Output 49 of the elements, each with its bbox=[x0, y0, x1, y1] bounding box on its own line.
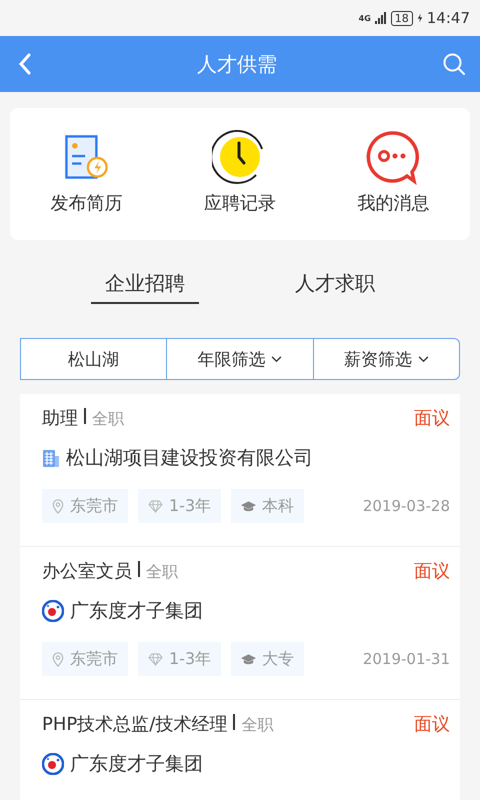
post-date: 2019-01-31 bbox=[362, 650, 450, 668]
tab[interactable]: 人才求职 bbox=[281, 250, 389, 304]
company-name: 广东度才子集团 bbox=[70, 599, 203, 624]
graduation-cap-icon bbox=[241, 653, 256, 665]
chat-bubble-icon bbox=[365, 129, 422, 185]
filter-button[interactable]: 松山湖 bbox=[20, 338, 168, 380]
page-title: 人才供需 bbox=[197, 50, 277, 78]
job-type: 全职 bbox=[92, 409, 124, 430]
job-tag: 大专 bbox=[231, 642, 304, 676]
diamond-icon bbox=[148, 652, 163, 666]
graduation-cap-icon bbox=[241, 500, 256, 512]
job-title: PHP技术总监/技术经理 bbox=[42, 713, 228, 736]
building-icon bbox=[42, 448, 60, 468]
divider-bar-icon bbox=[84, 408, 86, 424]
job-title: 办公室文员 bbox=[42, 560, 132, 583]
quick-action-button[interactable]: 应聘记录 bbox=[180, 129, 300, 215]
quick-action-button[interactable]: 我的消息 bbox=[333, 129, 454, 215]
round-logo-icon bbox=[42, 600, 64, 622]
back-icon bbox=[18, 53, 32, 75]
battery-level: 18 bbox=[390, 10, 413, 26]
filter-button[interactable]: 年限筛选 bbox=[167, 338, 314, 380]
round-logo-icon bbox=[42, 753, 64, 775]
post-date: 2019-03-28 bbox=[362, 497, 450, 515]
signal-icon bbox=[374, 12, 387, 24]
divider-bar-icon bbox=[138, 561, 140, 577]
job-tag: 东莞市 bbox=[42, 642, 128, 676]
charging-icon bbox=[416, 12, 423, 24]
job-type: 全职 bbox=[241, 715, 274, 736]
divider-bar-icon bbox=[233, 714, 236, 730]
job-tag: 本科 bbox=[231, 489, 304, 523]
filter-button[interactable]: 薪资筛选 bbox=[314, 338, 460, 380]
clock-time: 14:47 bbox=[426, 9, 470, 27]
job-type: 全职 bbox=[146, 562, 178, 583]
job-tag: 1-3年 bbox=[138, 642, 222, 676]
diamond-icon bbox=[148, 500, 163, 512]
tab[interactable]: 企业招聘 bbox=[91, 250, 199, 304]
job-tag: 东莞市 bbox=[42, 489, 128, 523]
location-pin-icon bbox=[52, 498, 64, 514]
quick-action-button[interactable]: 发布简历 bbox=[26, 129, 147, 215]
salary: 面议 bbox=[414, 560, 450, 583]
job-tag: 1-3年 bbox=[138, 489, 222, 523]
search-icon bbox=[442, 52, 466, 76]
company-name: 广东度才子集团 bbox=[70, 752, 203, 777]
salary: 面议 bbox=[414, 407, 450, 430]
network-label: 4G bbox=[358, 14, 371, 22]
salary: 面议 bbox=[414, 713, 450, 736]
company-name: 松山湖项目建设投资有限公司 bbox=[66, 446, 313, 471]
job-title: 助理 bbox=[42, 407, 78, 430]
location-pin-icon bbox=[52, 652, 64, 666]
